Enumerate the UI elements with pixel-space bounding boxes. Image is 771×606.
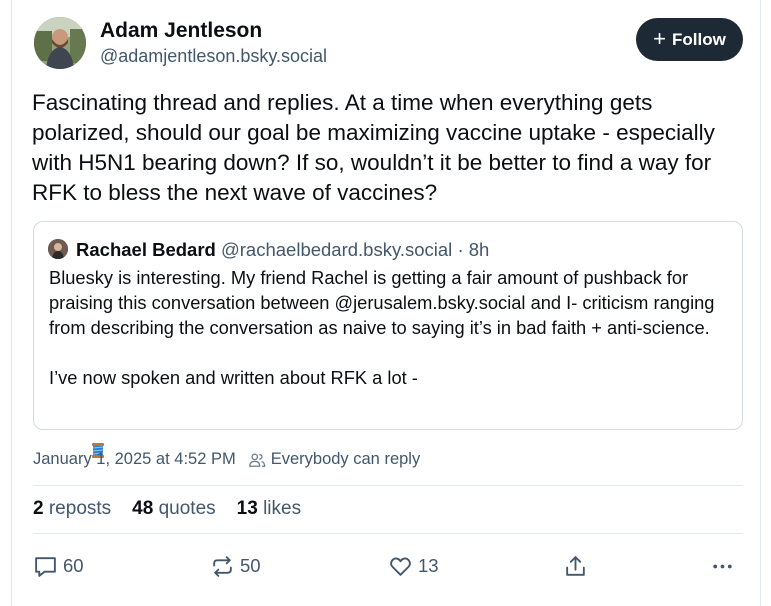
- quote-author-name[interactable]: Rachael Bedard: [76, 239, 216, 260]
- action-bar: 60 50 13: [12, 548, 762, 584]
- divider: [33, 533, 743, 534]
- divider: [33, 485, 743, 486]
- repost-icon: [213, 555, 232, 577]
- like-count: 13: [418, 555, 439, 576]
- more-icon: [713, 564, 732, 568]
- post-meta: January 1, 2025 at 4:52 PM Everybody can…: [33, 450, 420, 469]
- quote-author-handle[interactable]: @rachaelbedard.bsky.social: [221, 239, 452, 260]
- follow-label: Follow: [672, 29, 726, 49]
- author-avatar[interactable]: [34, 17, 86, 69]
- reposts-stat[interactable]: 2 reposts: [33, 498, 111, 520]
- follow-button[interactable]: + Follow: [636, 18, 743, 61]
- quote-text: Bluesky is interesting. My friend Rachel…: [49, 265, 734, 513]
- author-handle[interactable]: @adamjentleson.bsky.social: [100, 46, 327, 67]
- reply-count: 60: [63, 555, 84, 576]
- quote-paragraph-2: I’ve now spoken and written about RFK a …: [49, 367, 418, 388]
- author-name[interactable]: Adam Jentleson: [100, 19, 262, 43]
- post-card: Adam Jentleson @adamjentleson.bsky.socia…: [11, 0, 761, 606]
- likes-stat[interactable]: 13 likes: [237, 498, 301, 520]
- share-button[interactable]: [563, 548, 588, 584]
- reply-button[interactable]: 60: [33, 548, 84, 584]
- reply-setting[interactable]: Everybody can reply: [271, 450, 421, 469]
- quote-author-avatar[interactable]: [48, 239, 68, 259]
- like-button[interactable]: 13: [388, 548, 439, 584]
- quote-time: · 8h: [457, 239, 490, 260]
- repost-count: 50: [240, 555, 261, 576]
- quote-header: Rachael Bedard @rachaelbedard.bsky.socia…: [76, 239, 489, 261]
- reply-icon: [35, 556, 56, 577]
- engagement-stats: 2 reposts 48 quotes 13 likes: [33, 498, 301, 520]
- post-text: Fascinating thread and replies. At a tim…: [32, 90, 715, 205]
- quoted-post[interactable]: Rachael Bedard @rachaelbedard.bsky.socia…: [33, 221, 743, 458]
- quote-paragraph-1: Bluesky is interesting. My friend Rachel…: [49, 267, 720, 338]
- more-options-button[interactable]: [710, 548, 735, 584]
- post-timestamp[interactable]: January 1, 2025 at 4:52 PM: [33, 450, 236, 469]
- repost-button[interactable]: 50: [210, 548, 261, 584]
- share-icon: [566, 555, 585, 576]
- thread-emoji-icon: [90, 390, 106, 458]
- plus-icon: +: [653, 25, 667, 51]
- people-icon: [248, 453, 265, 467]
- quotes-stat[interactable]: 48 quotes: [132, 498, 215, 520]
- heart-icon: [390, 557, 411, 576]
